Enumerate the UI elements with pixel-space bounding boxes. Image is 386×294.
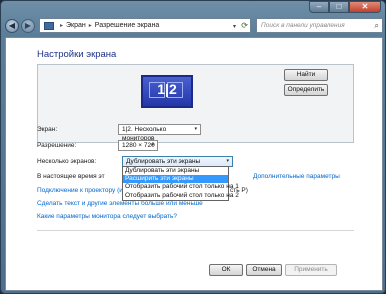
close-button[interactable]: ✕: [349, 1, 381, 13]
breadcrumb-separator-icon: ▸: [60, 23, 64, 29]
identify-button[interactable]: Определить: [284, 84, 328, 96]
resolution-select-value: 1280 × 720: [122, 142, 155, 149]
breadcrumb-separator-icon: ▸: [88, 23, 92, 29]
dropdown-option-only-2[interactable]: Отобразить рабочий стол только на 2: [123, 192, 239, 200]
minimize-button[interactable]: –: [309, 1, 329, 13]
control-panel-icon: [44, 21, 54, 30]
search-input[interactable]: Поиск в панели управления ⌕: [256, 18, 383, 33]
breadcrumb-item-resolution[interactable]: Разрешение экрана: [95, 22, 160, 29]
monitor-number-label: 1|2: [157, 81, 177, 97]
search-icon[interactable]: ⌕: [375, 19, 379, 32]
status-text-start: В настоящее время эт: [37, 173, 105, 180]
footer-divider: [37, 230, 354, 231]
advanced-settings-link[interactable]: Дополнительные параметры: [253, 173, 340, 180]
breadcrumb-item-screen[interactable]: Экран: [66, 22, 86, 29]
navigation-bar: ◀ ▶ ▸ Экран ▸ Разрешение экрана ▾ ⟳ Поис…: [5, 18, 383, 34]
refresh-icon[interactable]: ⟳: [241, 21, 248, 30]
apply-button[interactable]: Применить: [285, 264, 337, 276]
text-size-link[interactable]: Сделать текст и другие элементы больше и…: [37, 200, 203, 207]
display-label: Экран:: [37, 126, 58, 133]
display-select[interactable]: 1|2. Несколько мониторов ▾: [118, 124, 201, 142]
cancel-button[interactable]: Отмена: [246, 264, 282, 276]
address-dropdown-icon[interactable]: ▾: [233, 23, 236, 30]
dropdown-option-only-1[interactable]: Отобразить рабочий стол только на 1: [123, 183, 239, 191]
back-button[interactable]: ◀: [5, 19, 19, 33]
address-bar[interactable]: ▸ Экран ▸ Разрешение экрана ▾ ⟳: [39, 18, 251, 33]
find-button[interactable]: Найти: [284, 69, 328, 81]
dropdown-option-duplicate[interactable]: Дублировать эти экраны: [123, 167, 228, 175]
resolution-label: Разрешение:: [37, 142, 77, 149]
multiple-displays-label: Несколько экранов:: [37, 158, 97, 165]
maximize-button[interactable]: □: [329, 1, 349, 13]
forward-button[interactable]: ▶: [21, 19, 35, 33]
main-content: Настройки экрана 1|2 Найти Определить Эк…: [5, 37, 383, 291]
ok-button[interactable]: ОК: [209, 264, 243, 276]
multiple-displays-dropdown: Дублировать эти экраны Расширить эти экр…: [122, 166, 239, 201]
title-bar: – □ ✕: [1, 1, 385, 15]
multiple-displays-value: Дублировать эти экраны: [126, 158, 201, 165]
control-panel-window: – □ ✕ ◀ ▶ ▸ Экран ▸ Разрешение экрана ▾ …: [0, 0, 386, 294]
resolution-select[interactable]: 1280 × 720 ▾: [118, 140, 158, 151]
monitor-icon[interactable]: 1|2: [141, 75, 193, 108]
monitor-help-link[interactable]: Какие параметры монитора следует выбрать…: [37, 213, 177, 220]
chevron-down-icon: ▾: [194, 126, 197, 132]
chevron-down-icon: ▾: [226, 158, 229, 164]
chevron-down-icon: ▾: [151, 142, 154, 148]
projector-link[interactable]: Подключение к проектору (или нажмите кла…: [37, 187, 122, 194]
search-placeholder: Поиск в панели управления: [261, 22, 345, 29]
window-controls: – □ ✕: [309, 1, 381, 13]
page-title: Настройки экрана: [37, 49, 117, 60]
